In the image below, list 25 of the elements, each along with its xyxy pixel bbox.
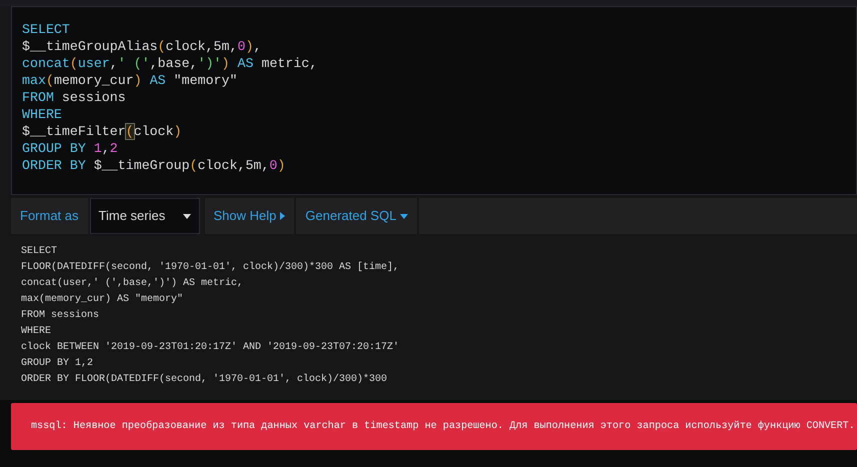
code-line: concat(user,' (',base,')') AS metric, — [22, 55, 318, 72]
code-line: GROUP BY 1,2 — [22, 140, 118, 157]
format-as-label: Format as — [11, 198, 88, 234]
sql-line: max(memory_cur) AS "memory" — [21, 292, 184, 307]
sql-line: WHERE — [21, 325, 52, 339]
sql-line: GROUP BY 1,2 — [21, 357, 94, 371]
format-select[interactable]: Time series — [90, 198, 200, 234]
code-line: max(memory_cur) AS "memory" — [22, 72, 238, 89]
code-line: SELECT — [22, 21, 70, 38]
generated-sql-button[interactable]: Generated SQL — [296, 198, 418, 234]
sql-line: FROM sessions — [21, 308, 100, 323]
error-alert: mssql: Неявное преобразование из типа данных varchar в timestamp не разрешено. Для выполнения этого запроса используйте функцию CONVERT. — [11, 403, 857, 450]
code-line: FROM sessions — [22, 89, 126, 106]
sql-line: clock BETWEEN '2019-09-23T01:20:17Z' AND '2019-09-23T07:20:17Z' — [21, 340, 400, 355]
code-line: $__timeFilter(clock) — [22, 123, 182, 140]
sql-line: SELECT — [21, 245, 58, 259]
sql-line: FLOOR(DATEDIFF(second, '1970-01-01', clock)/300)*300 AS [time], — [21, 260, 400, 275]
code-line: ORDER BY $__timeGroup(clock,5m,0) — [22, 157, 286, 174]
sql-line: concat(user,' (',base,')') AS metric, — [21, 276, 244, 291]
sql-line: ORDER BY FLOOR(DATEDIFF(second, '1970-01-01', clock)/300)*300 — [21, 372, 388, 387]
caret-down-icon — [182, 214, 191, 218]
code-line: $__timeGroupAlias(clock,5m,0), — [22, 38, 262, 55]
code-line: WHERE — [22, 106, 62, 123]
code-editor[interactable]: SELECT $__timeGroupAlias(clock,5m,0), concat(user,' (',base,')') AS metric, max(memory_cur) AS "memory" FROM sessions WHERE $__timeFilter(clock) GROUP BY 1,2 ORDER BY $__timeGroup(clock,5m,0) — [11, 6, 857, 195]
show-help-button[interactable]: Show Help — [204, 198, 294, 234]
